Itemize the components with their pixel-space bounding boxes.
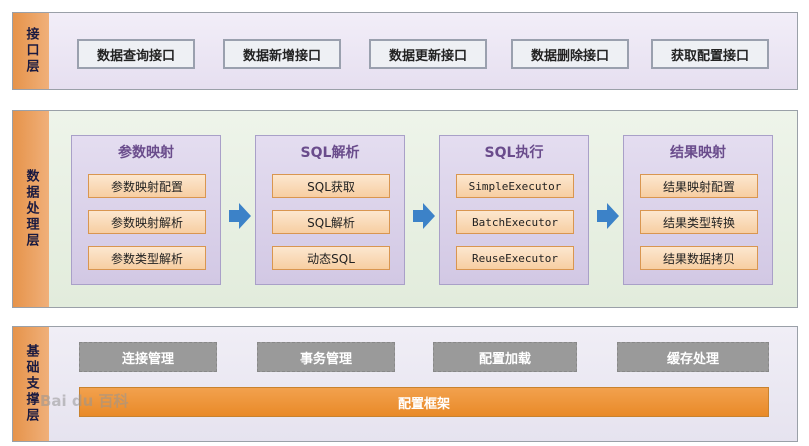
module-sql-parsing: SQL解析 SQL获取 SQL解析 动态SQL	[255, 135, 405, 285]
foundation-support-layer: 基础支撑层 连接管理 事务管理 配置加载 缓存处理 配置框架	[12, 326, 798, 442]
module-item[interactable]: 参数映射解析	[88, 210, 206, 234]
interface-layer-label: 接口层	[13, 13, 50, 89]
config-framework-bar[interactable]: 配置框架	[79, 387, 769, 417]
data-update-interface-button[interactable]: 数据更新接口	[369, 39, 487, 69]
data-processing-layer: 数据处理层 参数映射 参数映射配置 参数映射解析 参数类型解析 SQL解析 SQ…	[12, 110, 798, 308]
module-item[interactable]: SimpleExecutor	[456, 174, 574, 198]
data-insert-interface-button[interactable]: 数据新增接口	[223, 39, 341, 69]
module-item[interactable]: 结果数据拷贝	[640, 246, 758, 270]
flow-arrow-icon	[597, 203, 619, 229]
module-parameter-mapping: 参数映射 参数映射配置 参数映射解析 参数类型解析	[71, 135, 221, 285]
interface-layer: 接口层 数据查询接口 数据新增接口 数据更新接口 数据删除接口 获取配置接口	[12, 12, 798, 90]
module-title: 结果映射	[670, 145, 726, 161]
module-item[interactable]: 动态SQL	[272, 246, 390, 270]
baidu-watermark: Bai du 百科	[40, 392, 129, 410]
module-title: SQL解析	[300, 145, 360, 161]
module-item[interactable]: SQL解析	[272, 210, 390, 234]
connection-management-box[interactable]: 连接管理	[79, 342, 217, 372]
module-sql-execution: SQL执行 SimpleExecutor BatchExecutor Reuse…	[439, 135, 589, 285]
module-title: SQL执行	[484, 145, 544, 161]
foundation-support-layer-label: 基础支撑层	[13, 327, 50, 441]
module-item[interactable]: 参数类型解析	[88, 246, 206, 270]
flow-arrow-icon	[229, 203, 251, 229]
module-item[interactable]: 参数映射配置	[88, 174, 206, 198]
data-query-interface-button[interactable]: 数据查询接口	[77, 39, 195, 69]
data-processing-layer-body: 参数映射 参数映射配置 参数映射解析 参数类型解析 SQL解析 SQL获取 SQ…	[49, 111, 797, 307]
module-item[interactable]: ReuseExecutor	[456, 246, 574, 270]
data-processing-layer-label: 数据处理层	[13, 111, 50, 307]
module-title: 参数映射	[118, 145, 174, 161]
data-delete-interface-button[interactable]: 数据删除接口	[511, 39, 629, 69]
flow-arrow-icon	[413, 203, 435, 229]
module-item[interactable]: 结果类型转换	[640, 210, 758, 234]
get-config-interface-button[interactable]: 获取配置接口	[651, 39, 769, 69]
config-loading-box[interactable]: 配置加载	[433, 342, 577, 372]
interface-layer-body: 数据查询接口 数据新增接口 数据更新接口 数据删除接口 获取配置接口	[49, 13, 797, 89]
cache-handling-box[interactable]: 缓存处理	[617, 342, 769, 372]
foundation-support-layer-body: 连接管理 事务管理 配置加载 缓存处理 配置框架	[49, 327, 797, 441]
module-item[interactable]: SQL获取	[272, 174, 390, 198]
module-item[interactable]: 结果映射配置	[640, 174, 758, 198]
module-result-mapping: 结果映射 结果映射配置 结果类型转换 结果数据拷贝	[623, 135, 773, 285]
transaction-management-box[interactable]: 事务管理	[257, 342, 395, 372]
module-item[interactable]: BatchExecutor	[456, 210, 574, 234]
